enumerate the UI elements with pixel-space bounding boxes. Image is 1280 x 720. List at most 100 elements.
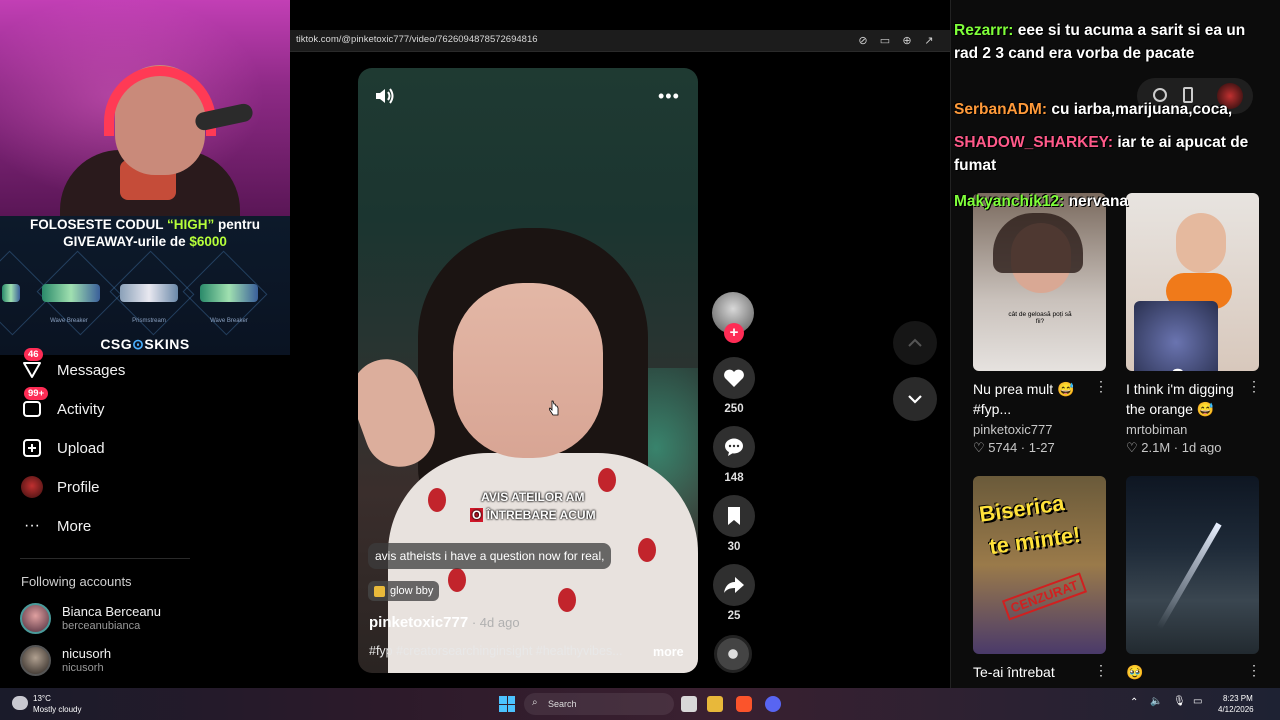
save-count: 30 [727, 541, 741, 553]
search-label: Search [548, 699, 577, 709]
video-title[interactable]: Te-ai întrebat [973, 664, 1055, 680]
file-icon[interactable] [681, 696, 697, 712]
video-stats: ♡ 5744 · 1-27 [973, 440, 1055, 455]
discord-icon[interactable] [765, 696, 781, 712]
recommended-video[interactable]: cât de geloasă poți să fii? [973, 193, 1106, 371]
kebab-menu-icon[interactable]: ⋮ [1094, 662, 1108, 679]
save-action[interactable]: 30 [712, 495, 756, 553]
weather-temperature[interactable]: 13°C [33, 694, 51, 703]
monitor-icon[interactable]: ▭ [1193, 696, 1202, 707]
heart-icon[interactable] [713, 357, 755, 399]
chat-text: nervana [1064, 193, 1129, 210]
no-tracking-icon[interactable]: ⊘ [856, 34, 870, 48]
video-title[interactable]: 🥹 [1126, 664, 1143, 681]
kebab-menu-icon[interactable]: ⋮ [1247, 662, 1261, 679]
recommended-video[interactable] [1126, 476, 1259, 654]
avatar [20, 645, 51, 676]
kebab-menu-icon[interactable]: ⋮ [1094, 378, 1108, 395]
sidebar-item-more[interactable]: ··· More [20, 511, 200, 541]
emote-multiplier: x2 [1156, 363, 1185, 371]
next-video-button[interactable] [893, 377, 937, 421]
sidebar-item-activity[interactable]: 99+ Activity [20, 387, 200, 424]
account-name: Bianca Berceanu [62, 604, 162, 619]
sidebar-item-upload[interactable]: Upload [20, 433, 200, 463]
share-arrow-icon[interactable] [713, 564, 755, 606]
recommended-video[interactable]: Biserica te minte! CENZURAT [973, 476, 1106, 654]
follow-button[interactable]: + [724, 323, 744, 343]
video-age: 4d ago [479, 615, 520, 630]
url-text[interactable]: tiktok.com/@pinketoxic777/video/76260948… [296, 34, 538, 45]
taskbar: 13°C Mostly cloudy ⌕ Search ⌃ 🔈 🎙 ▭ 8:23… [0, 688, 1280, 720]
shirt-dot [598, 468, 616, 492]
csgoskins-logo: CSG⊙SKINS [100, 336, 190, 352]
comment-icon[interactable] [713, 426, 755, 468]
more-options-icon[interactable]: ••• [658, 86, 680, 107]
sidebar-item-label: Messages [57, 361, 126, 379]
folder-icon[interactable] [707, 696, 723, 712]
share-icon[interactable]: ↗ [922, 34, 936, 48]
zoom-icon[interactable]: ⊕ [900, 34, 914, 48]
video-stats: ♡ 2.1M · 1d ago [1126, 440, 1222, 455]
following-account[interactable]: Bianca Berceanu berceanubianca [20, 603, 220, 637]
cloud-icon[interactable] [12, 696, 28, 710]
like-action[interactable]: 250 [712, 357, 756, 415]
skin-image [120, 284, 178, 302]
sidebar-item-messages[interactable]: 46 Messages [20, 348, 200, 385]
shirt-dot [558, 588, 576, 612]
clock-time[interactable]: 8:23 PM [1223, 694, 1253, 703]
volume-icon[interactable] [374, 86, 398, 108]
chevron-up-icon[interactable]: ⌃ [1130, 697, 1138, 708]
video-title[interactable]: #fyp... [973, 401, 1011, 417]
sidebar-item-profile[interactable]: Profile [20, 472, 200, 502]
caption-line-2: O ÎNTREBARE ACUM [470, 508, 596, 522]
video-author[interactable]: pinketoxic777 [973, 422, 1053, 437]
sidebar-item-label: Upload [57, 439, 105, 457]
recommended-video[interactable]: x2 [1126, 193, 1259, 371]
censored-stamp: CENZURAT [1001, 572, 1087, 621]
windows-start-icon[interactable] [499, 696, 515, 712]
sidebar-item-label: Activity [57, 400, 105, 418]
plus-square-icon [20, 436, 44, 460]
bookmark-icon[interactable] [713, 495, 755, 537]
chat-text: cu iarba,marijuana,coca, [1047, 101, 1233, 118]
sidebar-item-label: Profile [57, 478, 100, 496]
microphone-icon[interactable]: 🎙 [1173, 696, 1186, 707]
chat-username: SerbanADM: [954, 101, 1048, 118]
more-link[interactable]: more [653, 645, 684, 659]
taskbar-search[interactable] [524, 693, 674, 715]
share-count: 25 [727, 610, 741, 622]
sponsor-banner: FOLOSESTE CODUL “HIGH” pentru GIVEAWAY-u… [0, 216, 290, 355]
video-player[interactable]: ••• AVIS ATEILOR AM O ÎNTREBARE ACUM avi… [358, 68, 698, 673]
brave-browser-icon[interactable] [736, 696, 752, 712]
previous-video-button[interactable] [893, 321, 937, 365]
music-disc[interactable] [714, 635, 752, 673]
following-account[interactable]: nicusorh nicusorh [20, 645, 220, 679]
account-name: nicusorh [62, 646, 112, 661]
video-subject-face [453, 283, 603, 458]
skin-image [42, 284, 100, 302]
video-author[interactable]: mrtobiman [1126, 422, 1187, 437]
address-bar[interactable]: tiktok.com/@pinketoxic777/video/76260948… [290, 30, 950, 52]
share-action[interactable]: 25 [712, 564, 756, 622]
speaker-icon[interactable]: 🔈 [1150, 696, 1162, 707]
clock-date[interactable]: 4/12/2026 [1218, 705, 1254, 714]
comment-action[interactable]: 148 [712, 426, 756, 484]
effect-tag[interactable]: glow bby [368, 581, 440, 601]
skin-label: Wave Breaker [210, 318, 248, 324]
skin-label: Prismstream [132, 318, 166, 324]
sidebar-item-label: More [57, 517, 92, 535]
account-username: nicusorh [62, 662, 104, 674]
thumb-caption: cât de geloasă poți să fii? [1008, 311, 1072, 325]
kebab-menu-icon[interactable]: ⋮ [1247, 378, 1261, 395]
picture-in-picture-icon[interactable]: ▭ [878, 34, 892, 48]
cat-emote [1134, 301, 1218, 371]
paper-plane-icon: 46 [20, 348, 44, 382]
video-burned-caption: AVIS ATEILOR AM O ÎNTREBARE ACUM [468, 488, 598, 524]
weather-description[interactable]: Mostly cloudy [33, 705, 81, 714]
video-author[interactable]: pinketoxic777 · 4d ago [369, 614, 520, 631]
chat-username: Makyanchik12: [954, 193, 1065, 210]
messages-badge: 46 [24, 348, 43, 361]
video-title[interactable]: the orange 😅 [1126, 401, 1214, 418]
video-title[interactable]: I think i'm digging [1126, 381, 1234, 397]
video-title[interactable]: Nu prea mult 😅 [973, 381, 1074, 398]
